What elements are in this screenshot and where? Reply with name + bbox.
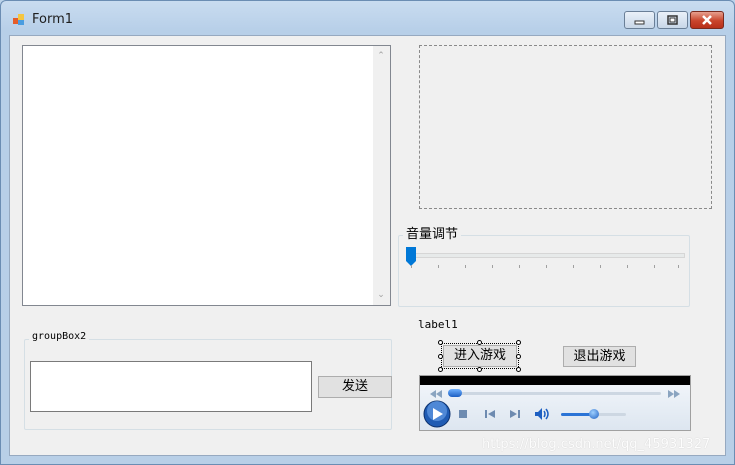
- form-app-icon: [13, 14, 24, 25]
- maximize-icon: [667, 15, 678, 25]
- chat-display-textbox[interactable]: ⌃ ⌄: [22, 45, 391, 306]
- slider-tick: [678, 265, 679, 268]
- play-icon[interactable]: [423, 400, 451, 428]
- watermark-text: https://blog.csdn.net/qq_45931327: [482, 437, 711, 452]
- stop-icon[interactable]: [458, 409, 468, 419]
- resize-handle[interactable]: [438, 367, 443, 372]
- volume-slider-track[interactable]: [409, 253, 685, 258]
- slider-tick: [654, 265, 655, 268]
- form-client-area: ⌃ ⌄ 音量调节 label1 进入游戏 退出游戏 groupBox2 发送 h…: [9, 35, 726, 456]
- resize-handle[interactable]: [477, 340, 482, 345]
- mp-volume-thumb[interactable]: [589, 409, 599, 419]
- slider-tick: [411, 265, 412, 268]
- groupbox2-title: groupBox2: [29, 331, 90, 342]
- video-area: [420, 376, 690, 385]
- volume-speaker-icon[interactable]: [534, 407, 552, 421]
- close-button[interactable]: [690, 11, 724, 29]
- slider-tick: [465, 265, 466, 268]
- resize-handle[interactable]: [477, 367, 482, 372]
- slider-tick: [438, 265, 439, 268]
- title-bar[interactable]: Form1: [1, 1, 734, 35]
- next-icon[interactable]: [509, 409, 521, 419]
- enter-game-button[interactable]: 进入游戏: [443, 345, 517, 367]
- minimize-icon: [634, 20, 645, 25]
- slider-tick: [492, 265, 493, 268]
- volume-groupbox: [398, 235, 690, 307]
- seek-bar[interactable]: [448, 392, 661, 395]
- volume-groupbox-title: 音量调节: [403, 223, 462, 242]
- fast-forward-small-icon[interactable]: [668, 390, 680, 398]
- resize-handle[interactable]: [438, 340, 443, 345]
- seek-thumb[interactable]: [448, 389, 462, 397]
- scroll-down-icon[interactable]: ⌄: [377, 291, 385, 300]
- resize-handle[interactable]: [516, 367, 521, 372]
- slider-tick: [546, 265, 547, 268]
- media-player: [419, 375, 691, 431]
- rewind-small-icon[interactable]: [430, 390, 442, 398]
- resize-handle[interactable]: [438, 354, 443, 359]
- previous-icon[interactable]: [484, 409, 496, 419]
- slider-tick: [519, 265, 520, 268]
- maximize-button[interactable]: [657, 11, 688, 29]
- slider-tick: [573, 265, 574, 268]
- slider-tick: [627, 265, 628, 268]
- window-title: Form1: [32, 12, 74, 27]
- close-icon: [702, 15, 712, 25]
- vertical-scrollbar[interactable]: ⌃ ⌄: [373, 46, 390, 305]
- minimize-button[interactable]: [624, 11, 655, 29]
- message-input[interactable]: [30, 361, 312, 412]
- send-button[interactable]: 发送: [318, 376, 392, 398]
- label1: label1: [418, 318, 458, 331]
- exit-game-button[interactable]: 退出游戏: [563, 346, 636, 367]
- game-picture-box: [419, 45, 712, 209]
- resize-handle[interactable]: [516, 340, 521, 345]
- scroll-up-icon[interactable]: ⌃: [377, 52, 385, 61]
- form1-window: Form1 ⌃ ⌄ 音量调节 label1 进入游戏 退出游戏 groupBox…: [0, 0, 735, 465]
- slider-tick: [600, 265, 601, 268]
- resize-handle[interactable]: [516, 354, 521, 359]
